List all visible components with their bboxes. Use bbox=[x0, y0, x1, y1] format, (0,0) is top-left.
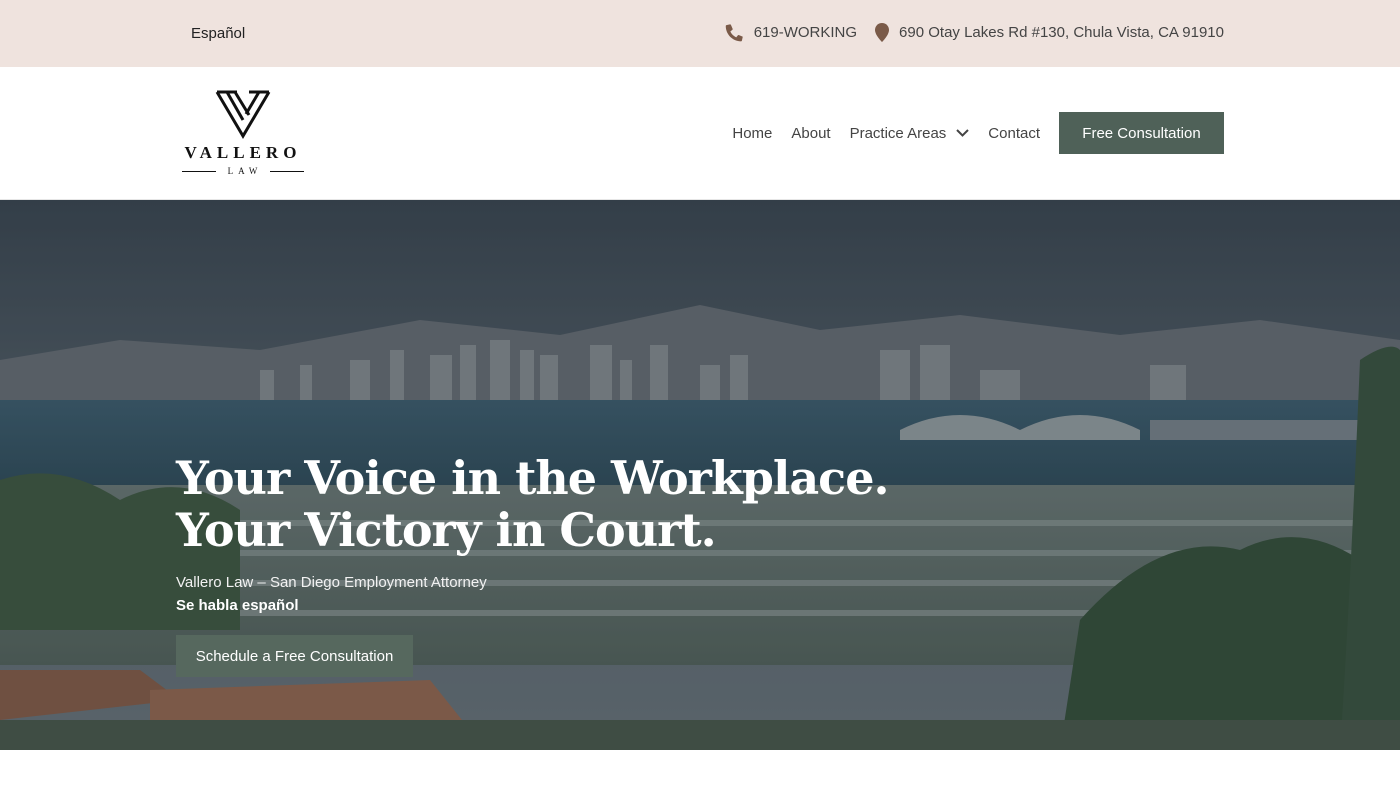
chevron-down-icon bbox=[956, 129, 970, 137]
top-bar: Español 619-WORKING 690 Otay Lakes Rd #1… bbox=[0, 0, 1400, 67]
site-logo[interactable]: VALLERO LAW bbox=[176, 89, 310, 177]
nav-contact[interactable]: Contact bbox=[988, 125, 1040, 142]
schedule-consultation-button[interactable]: Schedule a Free Consultation bbox=[176, 635, 413, 677]
nav-home[interactable]: Home bbox=[732, 125, 772, 142]
phone-number: 619-WORKING bbox=[753, 24, 858, 41]
phone-icon bbox=[725, 24, 743, 42]
address-text: 690 Otay Lakes Rd #130, Chula Vista, CA … bbox=[899, 24, 1224, 41]
phone-link[interactable]: 619-WORKING bbox=[725, 23, 857, 42]
nav-practice-areas[interactable]: Practice Areas bbox=[850, 125, 970, 142]
free-consultation-button[interactable]: Free Consultation bbox=[1059, 112, 1224, 154]
logo-rule-right bbox=[270, 170, 305, 172]
logo-name: VALLERO bbox=[184, 143, 302, 162]
language-link[interactable]: Español bbox=[191, 25, 245, 42]
logo-sub-text: LAW bbox=[227, 166, 263, 176]
logo-rule-left bbox=[181, 170, 216, 172]
contact-info: 619-WORKING 690 Otay Lakes Rd #130, Chul… bbox=[725, 23, 1224, 42]
logo-sub: LAW bbox=[176, 165, 310, 177]
hero-subtitle: Vallero Law – San Diego Employment Attor… bbox=[176, 574, 487, 591]
map-pin-icon bbox=[875, 23, 890, 42]
hero-spanish-note: Se habla español bbox=[176, 597, 299, 614]
nav-practice-areas-label: Practice Areas bbox=[849, 124, 947, 142]
hero-title-line-2: Your Victory in Court. bbox=[176, 503, 717, 557]
hero-title-line-1: Your Voice in the Workplace. bbox=[176, 451, 889, 505]
site-header: VALLERO LAW Home About Practice Areas Co… bbox=[0, 67, 1400, 200]
address-link[interactable]: 690 Otay Lakes Rd #130, Chula Vista, CA … bbox=[875, 23, 1224, 42]
hero-section: Your Voice in the Workplace. Your Victor… bbox=[0, 200, 1400, 750]
nav-about[interactable]: About bbox=[791, 125, 830, 142]
hero-title: Your Voice in the Workplace. Your Victor… bbox=[176, 451, 889, 557]
main-nav: Home About Practice Areas Contact Free C… bbox=[732, 112, 1224, 154]
vallero-v-logo-mark bbox=[215, 90, 271, 139]
